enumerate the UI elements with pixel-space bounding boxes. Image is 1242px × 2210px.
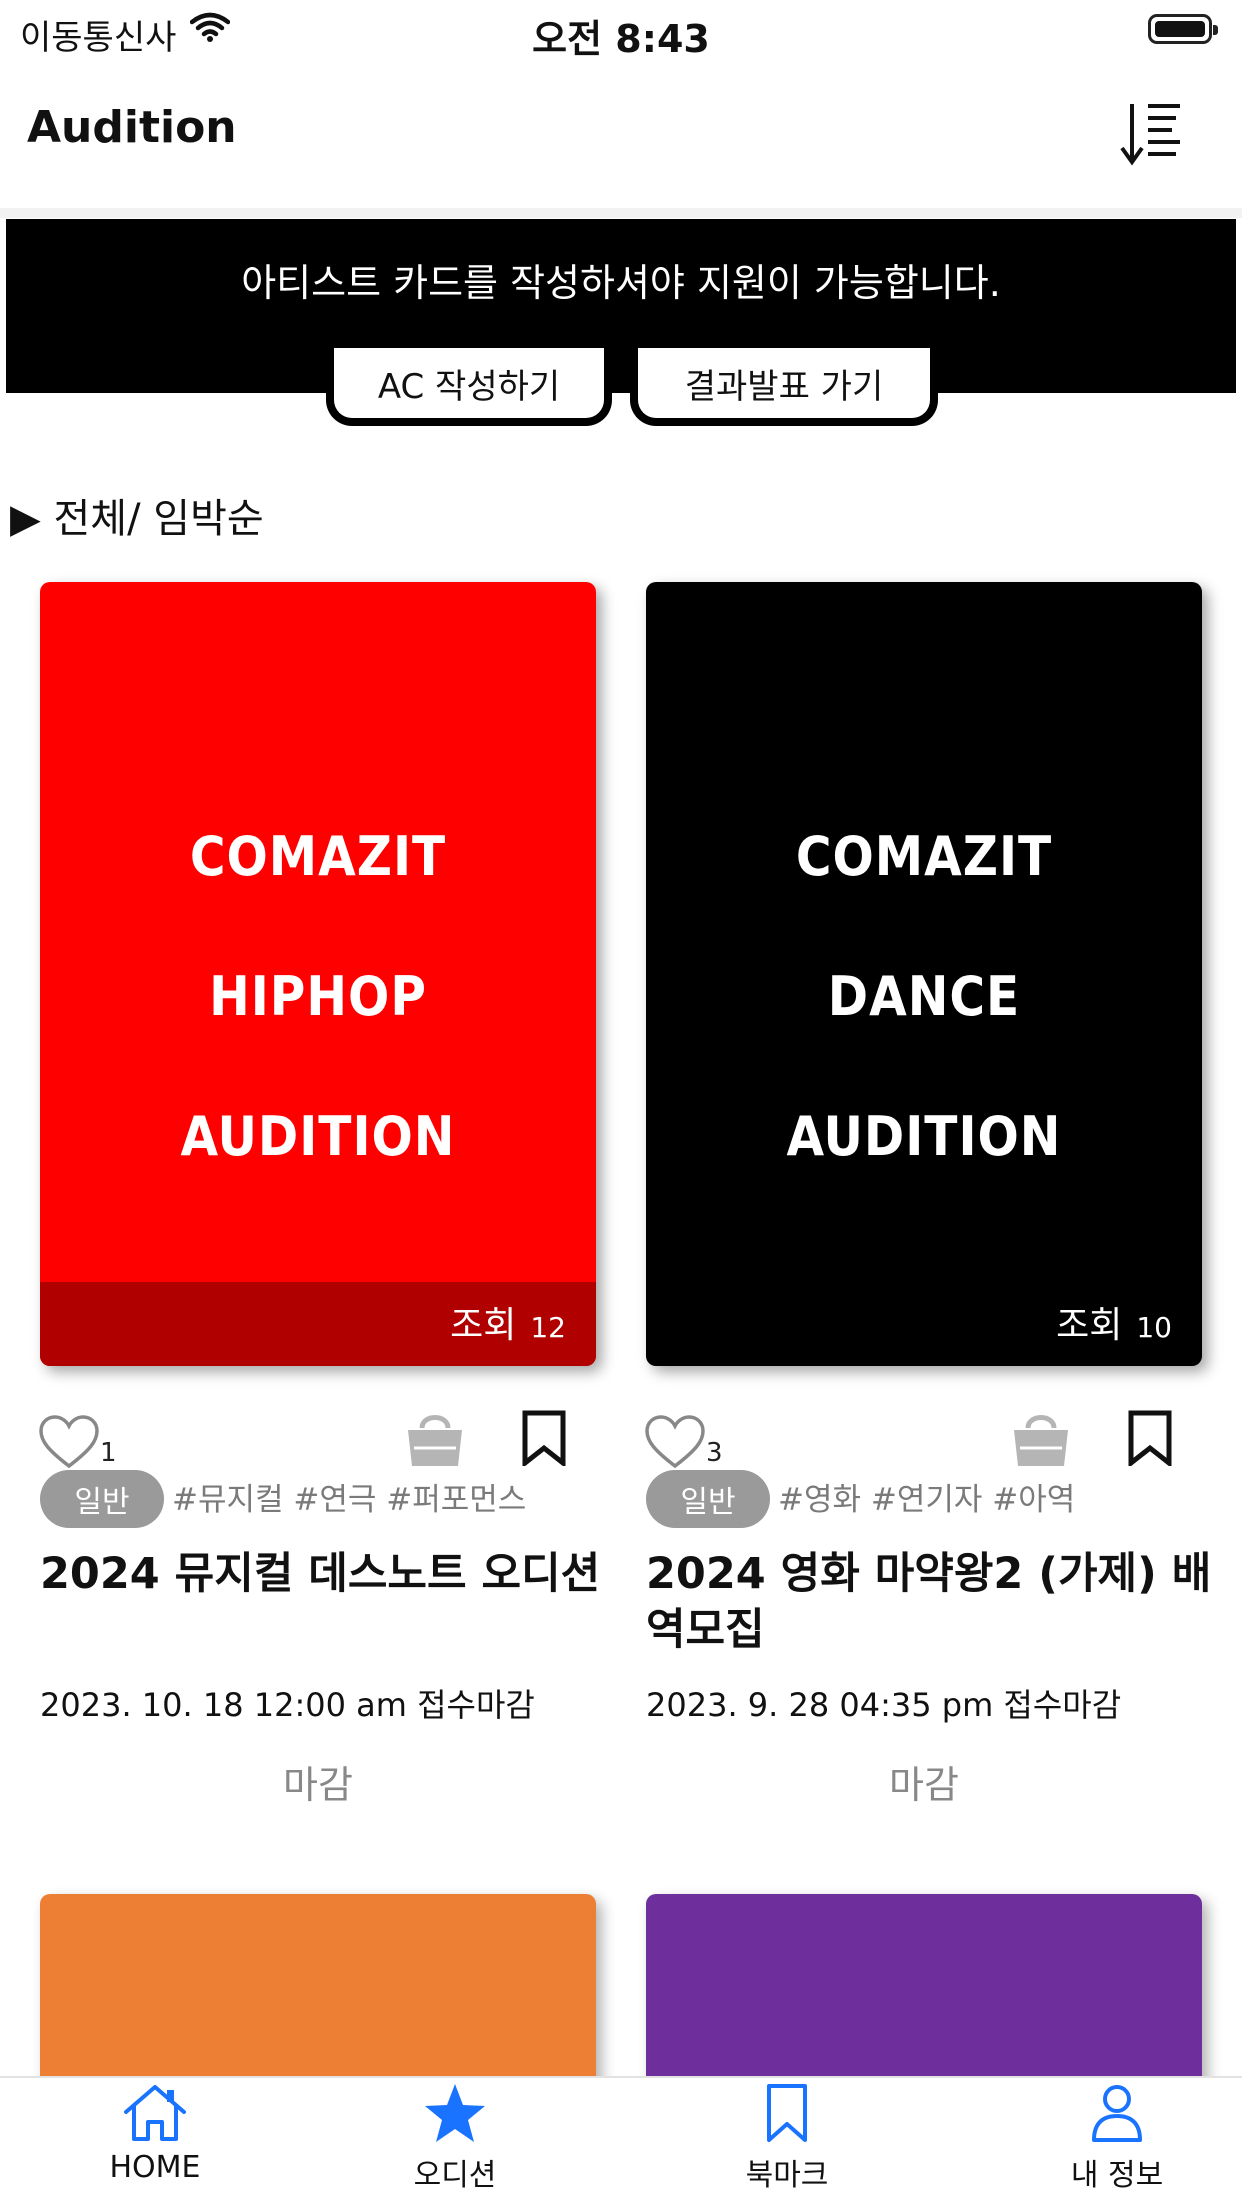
poster-line: COMAZIT bbox=[189, 825, 447, 888]
views-number: 12 bbox=[530, 1311, 566, 1344]
tab-home[interactable]: HOME bbox=[0, 2082, 310, 2185]
banner-message: 아티스트 카드를 작성하셔야 지원이 가능합니다. bbox=[241, 261, 1001, 305]
heart-icon[interactable] bbox=[644, 1414, 706, 1474]
view-count: 조회 10 bbox=[1056, 1296, 1172, 1348]
audition-title[interactable]: 2024 영화 마약왕2 (가제) 배역모집 bbox=[646, 1546, 1212, 1658]
tag-list: #영화 #연기자 #아역 bbox=[778, 1482, 1076, 1518]
status-bar: 이동통신사 오전 8:43 bbox=[0, 0, 1242, 62]
status-time: 오전 8:43 bbox=[532, 17, 710, 61]
poster-line: HIPHOP bbox=[209, 965, 427, 1028]
bookmark-icon[interactable] bbox=[1128, 1410, 1172, 1470]
star-icon bbox=[300, 2082, 610, 2144]
tab-label: 내 정보 bbox=[1070, 2158, 1164, 2193]
status-closed: 마감 bbox=[283, 1763, 353, 1807]
home-icon bbox=[0, 2082, 310, 2144]
deadline-text: 2023. 9. 28 04:35 pm 접수마감 bbox=[646, 1686, 1122, 1724]
tab-label: 오디션 bbox=[413, 2158, 497, 2193]
filter-label[interactable]: ▶ 전체/ 임박순 bbox=[10, 486, 264, 544]
audition-card-poster[interactable]: COMAZIT HIPHOP AUDITION 조회 12 bbox=[40, 582, 596, 1366]
heart-icon[interactable] bbox=[38, 1414, 100, 1474]
poster-text: COMAZIT HIPHOP AUDITION bbox=[40, 787, 596, 1207]
audition-card-poster[interactable]: COMAZIT DANCE AUDITION 조회 10 bbox=[646, 582, 1202, 1366]
page-title: Audition bbox=[27, 102, 237, 153]
shopping-bag-icon[interactable] bbox=[404, 1406, 466, 1472]
audition-card-poster[interactable] bbox=[40, 1894, 596, 2094]
header-divider bbox=[0, 208, 1242, 218]
poster-text: COMAZIT DANCE AUDITION bbox=[646, 787, 1202, 1207]
results-button[interactable]: 결과발표 가기 bbox=[630, 348, 938, 426]
audition-card-poster[interactable] bbox=[646, 1894, 1202, 2094]
person-icon bbox=[962, 2082, 1242, 2144]
audition-title[interactable]: 2024 뮤지컬 데스노트 오디션 bbox=[40, 1546, 606, 1602]
bookmark-icon bbox=[632, 2082, 942, 2144]
like-count: 3 bbox=[706, 1438, 723, 1468]
views-label: 조회 bbox=[1056, 1305, 1123, 1346]
tab-my-info[interactable]: 내 정보 bbox=[962, 2082, 1242, 2194]
like-count: 1 bbox=[100, 1438, 117, 1468]
views-label: 조회 bbox=[450, 1305, 517, 1346]
deadline-text: 2023. 10. 18 12:00 am 접수마감 bbox=[40, 1686, 535, 1724]
status-closed: 마감 bbox=[889, 1763, 959, 1807]
sort-descending-icon[interactable] bbox=[1118, 100, 1188, 170]
views-bar: 조회 12 bbox=[40, 1282, 596, 1366]
poster-line: DANCE bbox=[827, 965, 1021, 1028]
tab-label: HOME bbox=[109, 2150, 201, 2185]
poster-line: AUDITION bbox=[786, 1105, 1062, 1168]
tag-list: #뮤지컬 #연극 #퍼포먼스 bbox=[172, 1482, 527, 1518]
views-number: 10 bbox=[1136, 1311, 1172, 1344]
tab-audition[interactable]: 오디션 bbox=[300, 2082, 610, 2194]
view-count: 조회 12 bbox=[450, 1296, 566, 1348]
category-chip: 일반 bbox=[646, 1470, 770, 1528]
battery-icon bbox=[1148, 14, 1218, 44]
poster-line: AUDITION bbox=[180, 1105, 456, 1168]
tab-label: 북마크 bbox=[745, 2158, 829, 2193]
views-bar: 조회 10 bbox=[646, 1282, 1202, 1366]
ac-create-button[interactable]: AC 작성하기 bbox=[326, 348, 612, 426]
tab-bookmark[interactable]: 북마크 bbox=[632, 2082, 942, 2194]
shopping-bag-icon[interactable] bbox=[1010, 1406, 1072, 1472]
category-chip: 일반 bbox=[40, 1470, 164, 1528]
poster-line: COMAZIT bbox=[795, 825, 1053, 888]
bookmark-icon[interactable] bbox=[522, 1410, 566, 1470]
